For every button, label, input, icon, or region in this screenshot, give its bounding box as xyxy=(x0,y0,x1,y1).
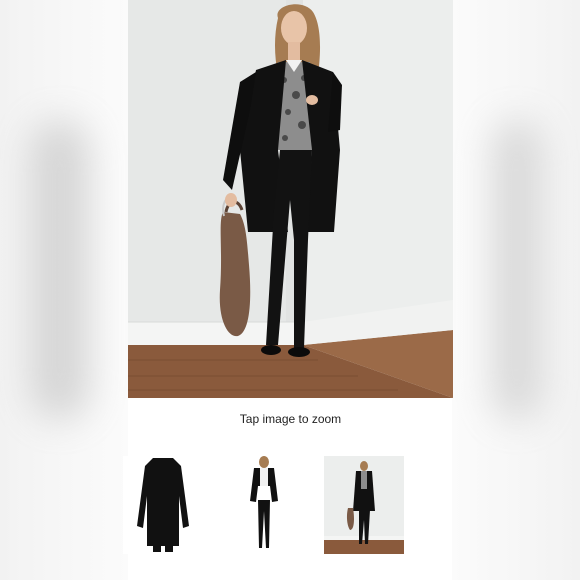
main-product-image[interactable] xyxy=(128,0,453,398)
thumbnail-2[interactable] xyxy=(224,456,304,554)
tap-to-zoom-hint: Tap image to zoom xyxy=(239,412,342,426)
product-image-viewer: Tap image to zoom xyxy=(0,0,580,580)
full-length-outfit-thumbnail-image xyxy=(224,456,304,554)
scene-view-thumbnail-image xyxy=(324,456,404,554)
thumbnail-1[interactable] xyxy=(123,456,203,554)
blazer-back-thumbnail-image xyxy=(123,456,203,554)
model-photo-illustration xyxy=(128,0,453,398)
thumbnail-strip xyxy=(0,456,580,556)
thumbnail-3[interactable] xyxy=(324,456,404,554)
